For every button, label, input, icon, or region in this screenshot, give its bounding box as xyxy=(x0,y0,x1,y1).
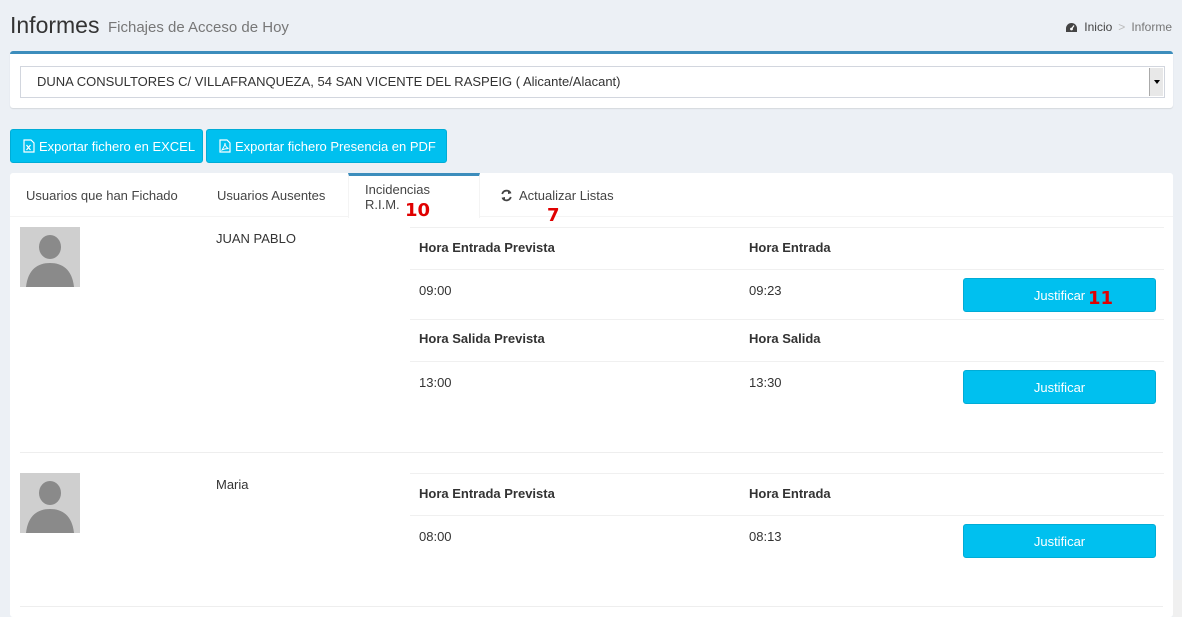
table-row: Hora Entrada Prevista Hora Entrada xyxy=(410,227,1164,269)
avatar xyxy=(20,473,80,533)
annotation-marker: 11 xyxy=(1088,288,1114,309)
header-actual: Hora Entrada xyxy=(749,486,831,501)
justify-button[interactable]: Justificar xyxy=(963,370,1156,404)
company-select-value: DUNA CONSULTORES C/ VILLAFRANQUEZA, 54 S… xyxy=(37,74,621,89)
user-name: JUAN PABLO xyxy=(216,231,296,246)
company-select[interactable]: DUNA CONSULTORES C/ VILLAFRANQUEZA, 54 S… xyxy=(20,66,1165,98)
user-silhouette-icon xyxy=(20,473,80,533)
breadcrumb-home-link[interactable]: Inicio xyxy=(1084,20,1112,34)
tab-usuarios-ausentes[interactable]: Usuarios Ausentes xyxy=(201,173,341,217)
breadcrumb: Inicio > Informe xyxy=(1065,20,1172,34)
page: Informes Fichajes de Acceso de Hoy Inici… xyxy=(0,0,1182,617)
header-planned: Hora Entrada Prevista xyxy=(419,486,555,501)
user-silhouette-icon xyxy=(20,227,80,287)
divider xyxy=(20,606,1163,607)
justify-label: Justificar xyxy=(1033,379,1086,395)
divider xyxy=(20,452,1163,453)
planned-time: 08:00 xyxy=(419,529,452,544)
scrollbar[interactable] xyxy=(1173,580,1182,617)
breadcrumb-separator: > xyxy=(1118,20,1126,34)
table-row: Hora Salida Prevista Hora Salida xyxy=(410,319,1164,361)
header-planned: Hora Salida Prevista xyxy=(419,331,545,346)
tab-label: Usuarios que han Fichado xyxy=(26,187,178,203)
header-actual: Hora Entrada xyxy=(749,240,831,255)
header-actual: Hora Salida xyxy=(749,331,821,346)
actual-time: 09:23 xyxy=(749,283,782,298)
planned-time: 09:00 xyxy=(419,283,452,298)
justify-button[interactable]: Justificar xyxy=(963,278,1156,312)
dashboard-icon xyxy=(1066,22,1078,32)
export-excel-label: Exportar fichero en EXCEL xyxy=(39,138,196,154)
tab-label: Usuarios Ausentes xyxy=(217,187,326,203)
actual-time: 13:30 xyxy=(749,375,782,390)
justify-label: Justificar xyxy=(1033,287,1086,303)
tab-usuarios-fichado[interactable]: Usuarios que han Fichado xyxy=(10,173,194,217)
avatar xyxy=(20,227,80,287)
page-subtitle: Fichajes de Acceso de Hoy xyxy=(108,19,289,36)
chevron-down-icon[interactable] xyxy=(1149,68,1163,96)
page-title: Informes xyxy=(10,12,100,38)
user-name: Maria xyxy=(216,477,249,492)
table-row: Hora Entrada Prevista Hora Entrada xyxy=(410,473,1164,515)
actual-time: 08:13 xyxy=(749,529,782,544)
export-pdf-label: Exportar fichero Presencia en PDF xyxy=(235,138,436,154)
table-row: 08:00 08:13 Justificar xyxy=(410,515,1164,565)
export-excel-button[interactable]: Exportar fichero en EXCEL xyxy=(10,129,203,163)
breadcrumb-current: Informe xyxy=(1131,20,1172,34)
header-planned: Hora Entrada Prevista xyxy=(419,240,555,255)
planned-time: 13:00 xyxy=(419,375,452,390)
export-pdf-button[interactable]: Exportar fichero Presencia en PDF xyxy=(206,129,447,163)
page-header: Informes Fichajes de Acceso de Hoy Inici… xyxy=(10,10,1172,44)
table-row: 09:00 09:23 Justificar 11 xyxy=(410,269,1164,319)
table-row: 13:00 13:30 Justificar xyxy=(410,361,1164,411)
annotation-marker: 10 xyxy=(405,200,431,221)
refresh-icon xyxy=(501,189,512,201)
annotation-marker: 7 xyxy=(547,205,560,226)
tab-bar: Usuarios que han Fichado Usuarios Ausent… xyxy=(10,173,1173,218)
tab-label: Actualizar Listas xyxy=(519,187,614,203)
company-select-box: DUNA CONSULTORES C/ VILLAFRANQUEZA, 54 S… xyxy=(10,51,1173,108)
justify-label: Justificar xyxy=(1033,533,1086,549)
justify-button[interactable]: Justificar xyxy=(963,524,1156,558)
file-pdf-icon xyxy=(219,139,231,153)
tabs-panel: Usuarios que han Fichado Usuarios Ausent… xyxy=(10,173,1173,617)
file-excel-icon xyxy=(23,139,35,153)
